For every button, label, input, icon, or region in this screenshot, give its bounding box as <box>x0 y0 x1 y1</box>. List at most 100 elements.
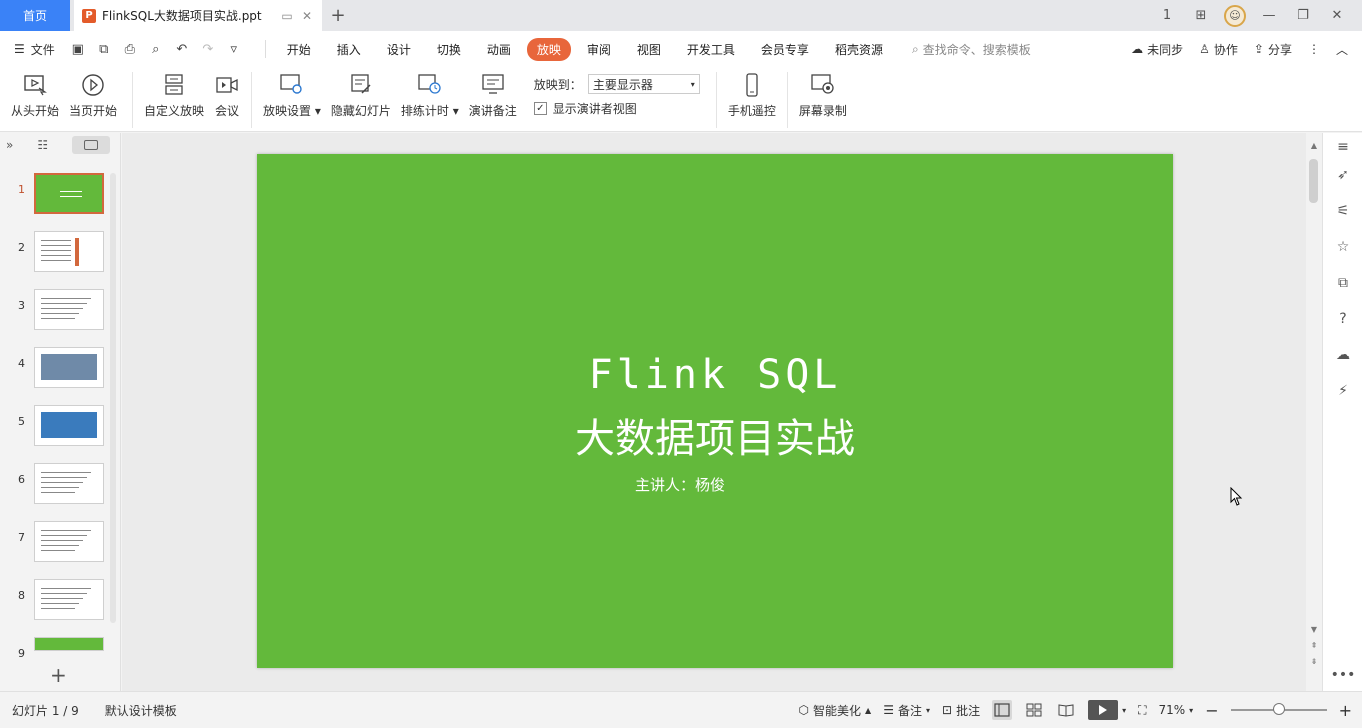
next-slide-icon[interactable]: ⇟ <box>1306 657 1322 666</box>
page-count-icon[interactable]: 1 <box>1156 8 1178 23</box>
zoom-level[interactable]: 71% ▾ <box>1159 703 1194 717</box>
slide-thumbnail-row[interactable]: 3 <box>0 289 121 333</box>
slide-thumbnail[interactable] <box>34 289 104 330</box>
restore-icon[interactable]: ❐ <box>1292 8 1314 23</box>
user-avatar[interactable]: ☺ <box>1224 4 1246 27</box>
star-animation-icon[interactable]: ☆ <box>1333 237 1353 257</box>
slide-title-line1[interactable]: Flink SQL <box>257 352 1173 398</box>
redo-icon[interactable]: ↷ <box>199 42 217 57</box>
slide-thumbnail-row[interactable]: 1 <box>0 173 121 217</box>
slide-thumbnail[interactable] <box>34 173 104 214</box>
zoom-slider-knob[interactable] <box>1272 703 1285 715</box>
slide-thumbnail[interactable] <box>34 405 104 446</box>
rehearse-timing-button[interactable]: 排练计时 ▾ <box>396 72 464 119</box>
lightning-icon[interactable]: ⚡ <box>1333 381 1353 401</box>
slide-sorter-view-button[interactable] <box>1024 700 1044 720</box>
print-icon[interactable]: ⎙ <box>121 42 139 57</box>
zoom-in-icon[interactable]: + <box>1339 701 1352 720</box>
document-tab[interactable]: P FlinkSQL大数据项目实战.ppt ▭ ✕ <box>74 0 322 31</box>
menu-tab[interactable]: 审阅 <box>577 38 621 61</box>
adjust-sliders-icon[interactable]: ⚟ <box>1333 201 1353 221</box>
menu-lines-icon[interactable]: ≡ <box>1333 137 1353 157</box>
slide-thumbnail[interactable] <box>34 637 104 651</box>
slide-thumbnail[interactable] <box>34 231 104 272</box>
scroll-down-icon[interactable]: ▼ <box>1306 625 1322 634</box>
monitor-icon[interactable]: ▭ <box>280 9 294 23</box>
fit-to-window-button[interactable]: ⛶ <box>1138 703 1146 718</box>
close-tab-icon[interactable]: ✕ <box>300 9 314 23</box>
slide-thumbnail-row[interactable]: 7 <box>0 521 121 565</box>
slide-thumbnail-row[interactable]: 6 <box>0 463 121 507</box>
custom-show-button[interactable]: 自定义放映 <box>139 72 209 119</box>
slide-thumbnail-row[interactable]: 5 <box>0 405 121 449</box>
zoom-slider[interactable] <box>1230 703 1327 715</box>
scroll-up-icon[interactable]: ▲ <box>1306 141 1322 150</box>
zoom-out-icon[interactable]: − <box>1205 701 1218 720</box>
print-preview-icon[interactable]: ⌕ <box>147 42 165 57</box>
from-start-button[interactable]: 从头开始 <box>6 72 64 119</box>
presenter-view-checkbox[interactable]: ✓ <box>533 102 547 115</box>
meeting-button[interactable]: 会议 <box>209 72 245 119</box>
smart-beautify-button[interactable]: ⬡ 智能美化 ▲ <box>799 702 872 719</box>
slide-thumbnail[interactable] <box>34 579 104 620</box>
comments-button[interactable]: ⊡ 批注 <box>942 702 980 719</box>
design-template[interactable]: 默认设计模板 <box>105 702 177 719</box>
slideshow-play-button[interactable]: ▾ <box>1088 700 1126 720</box>
more-options-icon[interactable]: ⋮ <box>1308 42 1320 56</box>
menu-tab[interactable]: 插入 <box>327 38 371 61</box>
current-slide[interactable]: Flink SQL 大数据项目实战 主讲人：杨俊 <box>257 154 1173 668</box>
slide-thumbnail-row[interactable]: 4 <box>0 347 121 391</box>
menu-tab[interactable]: 稻壳资源 <box>825 38 893 61</box>
speaker-notes-button[interactable]: 演讲备注 <box>464 72 522 119</box>
export-icon[interactable]: ⧉ <box>95 42 113 57</box>
show-settings-button[interactable]: 放映设置 ▾ <box>258 72 326 119</box>
scrollbar-thumb[interactable] <box>1309 159 1318 203</box>
menu-tab[interactable]: 开发工具 <box>677 38 745 61</box>
slide-thumbnail-row[interactable]: 8 <box>0 579 121 623</box>
reading-view-button[interactable] <box>1056 700 1076 720</box>
normal-view-button[interactable] <box>992 700 1013 720</box>
file-menu[interactable]: ☰ 文件 <box>14 41 55 58</box>
slide-view-icon[interactable] <box>72 136 111 154</box>
menu-tab[interactable]: 开始 <box>277 38 321 61</box>
slide-thumbnail[interactable] <box>34 347 104 388</box>
from-current-button[interactable]: 当页开始 <box>64 72 122 119</box>
slide-speaker[interactable]: 主讲人：杨俊 <box>257 474 1173 495</box>
minimize-icon[interactable]: — <box>1258 8 1280 23</box>
collaborate-button[interactable]: ♙ 协作 <box>1199 41 1238 58</box>
slide-thumbnail[interactable] <box>34 463 104 504</box>
sync-button[interactable]: ☁ 未同步 <box>1131 41 1183 58</box>
home-tab[interactable]: 首页 <box>0 0 70 31</box>
add-slide-button[interactable]: + <box>50 663 67 687</box>
notes-button[interactable]: ☰ 备注 ▾ <box>883 702 930 719</box>
outline-view-icon[interactable]: ☷ <box>37 138 48 152</box>
slide-transition-icon[interactable]: ⧉ <box>1333 273 1353 293</box>
save-icon[interactable]: ▣ <box>69 42 87 57</box>
phone-remote-button[interactable]: 手机遥控 <box>723 72 781 119</box>
share-button[interactable]: ⇪ 分享 <box>1254 41 1292 58</box>
customize-chevron-icon[interactable]: ▿ <box>225 42 243 57</box>
slide-title-line2[interactable]: 大数据项目实战 <box>257 406 1173 464</box>
hide-slide-button[interactable]: 隐藏幻灯片 <box>326 72 396 119</box>
more-icon[interactable]: ••• <box>1331 665 1356 685</box>
help-icon[interactable]: ? <box>1333 309 1353 329</box>
monitor-select[interactable]: 主要显示器 ▾ <box>587 74 700 94</box>
collapse-ribbon-icon[interactable]: ︿ <box>1336 41 1348 58</box>
expand-panel-icon[interactable]: » <box>6 138 13 152</box>
command-search[interactable]: ⌕ 查找命令、搜索模板 <box>912 41 1031 58</box>
presenter-view-option[interactable]: ✓ 显示演讲者视图 <box>533 100 700 117</box>
close-window-icon[interactable]: ✕ <box>1326 8 1348 23</box>
backup-cloud-icon[interactable]: ☁ <box>1333 345 1353 365</box>
menu-tab[interactable]: 动画 <box>477 38 521 61</box>
undo-icon[interactable]: ↶ <box>173 42 191 57</box>
apps-grid-icon[interactable]: ⊞ <box>1190 8 1212 23</box>
menu-tab[interactable]: 放映 <box>526 37 571 61</box>
new-tab-button[interactable]: + <box>322 0 354 31</box>
rocket-icon[interactable]: ➶ <box>1333 165 1353 185</box>
screen-record-button[interactable]: 屏幕录制 <box>794 72 852 119</box>
menu-tab[interactable]: 设计 <box>377 38 421 61</box>
prev-slide-icon[interactable]: ⇞ <box>1306 641 1322 650</box>
menu-tab[interactable]: 视图 <box>627 38 671 61</box>
menu-tab[interactable]: 切换 <box>427 38 471 61</box>
slide-thumbnail-row[interactable]: 2 <box>0 231 121 275</box>
